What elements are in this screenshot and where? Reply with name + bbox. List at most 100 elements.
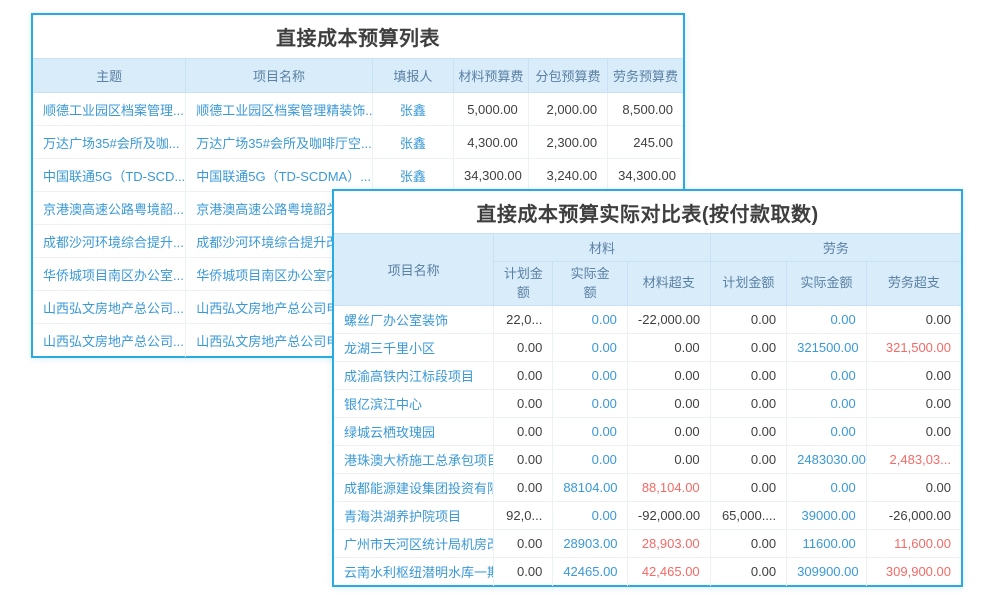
table-row: 港珠澳大桥施工总承包项目0.000.000.000.002483030.002,… — [334, 446, 961, 474]
column-header-label: 实际金额 — [800, 275, 852, 290]
subject-link[interactable]: 中国联通5G（TD-SCD... — [33, 159, 186, 192]
project-name-link[interactable]: 成都能源建设集团投资有限公 — [334, 474, 494, 502]
subject-link[interactable]: 成都沙河环境综合提升... — [33, 225, 186, 258]
labor-budget-value: 245.00 — [608, 126, 683, 159]
material-actual-link[interactable]: 0.00 — [553, 390, 628, 418]
labor-plan-value: 0.00 — [710, 530, 786, 558]
labor-actual-link[interactable]: 0.00 — [787, 306, 867, 334]
labor-actual-link[interactable]: 0.00 — [787, 474, 867, 502]
labor-actual-link[interactable]: 11600.00 — [787, 530, 867, 558]
material-over-value: 0.00 — [627, 446, 710, 474]
budget-list-header-row: 主题项目名称填报人材料预算费分包预算费劳务预算费 — [33, 59, 683, 93]
material-actual-link[interactable]: 0.00 — [553, 306, 628, 334]
labor-plan-value: 0.00 — [710, 558, 786, 586]
table-row: 云南水利枢纽潜明水库一期工0.0042465.0042,465.000.0030… — [334, 558, 961, 586]
material-over-value: 0.00 — [627, 334, 710, 362]
labor-budget-value: 34,300.00 — [608, 159, 683, 192]
subcontract-budget-value: 2,000.00 — [528, 93, 607, 126]
column-header-material-over: 材料超支 — [627, 262, 710, 306]
material-plan-value: 0.00 — [494, 530, 553, 558]
labor-actual-link[interactable]: 39000.00 — [787, 502, 867, 530]
material-plan-value: 0.00 — [494, 558, 553, 586]
reporter-link[interactable]: 张鑫 — [372, 93, 453, 126]
material-actual-link[interactable]: 28903.00 — [553, 530, 628, 558]
material-plan-value: 0.00 — [494, 362, 553, 390]
labor-actual-link[interactable]: 2483030.00 — [787, 446, 867, 474]
project-name-link[interactable]: 港珠澳大桥施工总承包项目 — [334, 446, 494, 474]
labor-plan-value: 0.00 — [710, 362, 786, 390]
subject-link[interactable]: 万达广场35#会所及咖... — [33, 126, 186, 159]
project-name-link[interactable]: 中国联通5G（TD-SCDMA）... — [186, 159, 373, 192]
project-name-link[interactable]: 云南水利枢纽潜明水库一期工 — [334, 558, 494, 586]
subject-link[interactable]: 山西弘文房地产总公司... — [33, 324, 186, 357]
project-name-link[interactable]: 成渝高铁内江标段项目 — [334, 362, 494, 390]
labor-actual-link[interactable]: 0.00 — [787, 390, 867, 418]
labor-actual-link[interactable]: 0.00 — [787, 418, 867, 446]
project-name-link[interactable]: 螺丝厂办公室装饰 — [334, 306, 494, 334]
material-actual-link[interactable]: 0.00 — [553, 418, 628, 446]
column-header-label: 材料超支 — [643, 275, 695, 290]
labor-over-value: 11,600.00 — [866, 530, 961, 558]
project-name-link[interactable]: 绿城云栖玫瑰园 — [334, 418, 494, 446]
table-row: 成渝高铁内江标段项目0.000.000.000.000.000.00 — [334, 362, 961, 390]
column-header-label: 计划金额 — [722, 275, 774, 290]
material-actual-link[interactable]: 0.00 — [553, 502, 628, 530]
subject-link[interactable]: 顺德工业园区档案管理... — [33, 93, 186, 126]
labor-plan-value: 0.00 — [710, 306, 786, 334]
column-header-label: 计划金额 — [503, 265, 545, 303]
project-name-link[interactable]: 广州市天河区统计局机房改造 — [334, 530, 494, 558]
reporter-link[interactable]: 张鑫 — [372, 159, 453, 192]
material-plan-value: 92,0... — [494, 502, 553, 530]
labor-plan-value: 65,000.... — [710, 502, 786, 530]
material-over-value: 0.00 — [627, 390, 710, 418]
labor-plan-value: 0.00 — [710, 418, 786, 446]
labor-actual-link[interactable]: 309900.00 — [787, 558, 867, 586]
labor-actual-link[interactable]: 321500.00 — [787, 334, 867, 362]
table-row: 万达广场35#会所及咖...万达广场35#会所及咖啡厅空...张鑫4,300.0… — [33, 126, 683, 159]
project-name-link[interactable]: 青海洪湖养护院项目 — [334, 502, 494, 530]
column-group-material: 材料 — [494, 234, 710, 262]
column-header-label: 劳务超支 — [888, 275, 940, 290]
project-name-link[interactable]: 万达广场35#会所及咖啡厅空... — [186, 126, 373, 159]
budget-compare-table: 项目名称 材料 劳务 计划金额实际金额材料超支计划金额实际金额劳务超支 螺丝厂办… — [334, 233, 961, 586]
material-plan-value: 0.00 — [494, 390, 553, 418]
material-over-value: -92,000.00 — [627, 502, 710, 530]
column-header-project-name: 项目名称 — [334, 234, 494, 306]
material-actual-link[interactable]: 0.00 — [553, 362, 628, 390]
material-over-value: 28,903.00 — [627, 530, 710, 558]
labor-plan-value: 0.00 — [710, 446, 786, 474]
labor-over-value: 0.00 — [866, 418, 961, 446]
labor-over-value: 0.00 — [866, 362, 961, 390]
table-row: 螺丝厂办公室装饰22,0...0.00-22,000.000.000.000.0… — [334, 306, 961, 334]
table-row: 中国联通5G（TD-SCD...中国联通5G（TD-SCDMA）...张鑫 34,… — [33, 159, 683, 192]
column-header-labor-over: 劳务超支 — [866, 262, 961, 306]
column-header-project-name: 项目名称 — [186, 59, 373, 93]
reporter-link[interactable]: 张鑫 — [372, 126, 453, 159]
column-header-subcontract-budget: 分包预算费 — [528, 59, 607, 93]
budget-compare-title: 直接成本预算实际对比表(按付款取数) — [334, 191, 961, 233]
column-header-reporter: 填报人 — [372, 59, 453, 93]
material-plan-value: 0.00 — [494, 334, 553, 362]
project-name-link[interactable]: 顺德工业园区档案管理精装饰... — [186, 93, 373, 126]
subject-link[interactable]: 山西弘文房地产总公司... — [33, 291, 186, 324]
material-budget-value: 5,000.00 — [454, 93, 529, 126]
labor-budget-value: 8,500.00 — [608, 93, 683, 126]
material-actual-link[interactable]: 42465.00 — [553, 558, 628, 586]
material-actual-link[interactable]: 0.00 — [553, 334, 628, 362]
column-header-labor-actual: 实际金额 — [787, 262, 867, 306]
subject-link[interactable]: 京港澳高速公路粤境韶... — [33, 192, 186, 225]
table-row: 成都能源建设集团投资有限公0.0088104.0088,104.000.000.… — [334, 474, 961, 502]
material-plan-value: 0.00 — [494, 418, 553, 446]
material-actual-link[interactable]: 0.00 — [553, 446, 628, 474]
labor-plan-value: 0.00 — [710, 334, 786, 362]
project-name-link[interactable]: 龙湖三千里小区 — [334, 334, 494, 362]
material-over-value: 88,104.00 — [627, 474, 710, 502]
subject-link[interactable]: 华侨城项目南区办公室... — [33, 258, 186, 291]
labor-actual-link[interactable]: 0.00 — [787, 362, 867, 390]
table-row: 绿城云栖玫瑰园0.000.000.000.000.000.00 — [334, 418, 961, 446]
labor-over-value: 0.00 — [866, 474, 961, 502]
table-row: 广州市天河区统计局机房改造0.0028903.0028,903.000.0011… — [334, 530, 961, 558]
labor-over-value: 0.00 — [866, 390, 961, 418]
project-name-link[interactable]: 银亿滨江中心 — [334, 390, 494, 418]
material-actual-link[interactable]: 88104.00 — [553, 474, 628, 502]
